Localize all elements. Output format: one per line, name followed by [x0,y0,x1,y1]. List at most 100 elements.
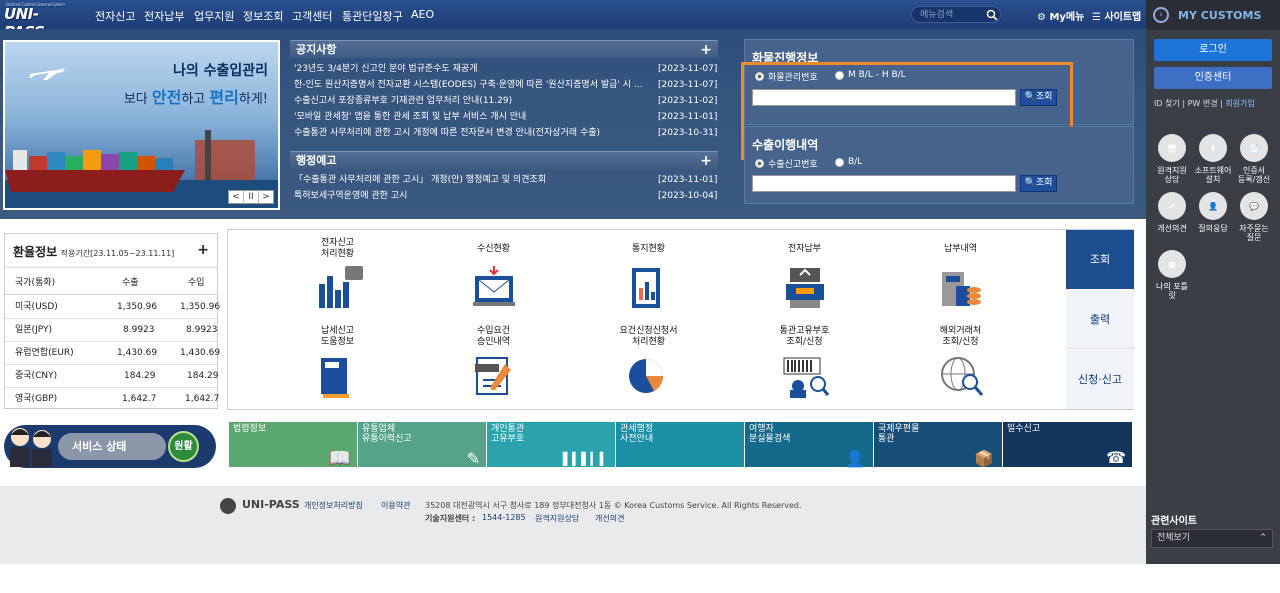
faq-shortcut[interactable]: 💬 자주묻는 질문 [1233,192,1275,242]
staff-characters-icon [10,428,52,467]
nav-aeo[interactable]: AEO [411,8,434,21]
notice-item[interactable]: 수출신고서 포장종류부호 기재관련 업무처리 안내(11.29) [2023-11… [290,93,718,109]
my-portlet-shortcut[interactable]: ▦ 나의 포틀 릿 [1151,250,1193,300]
tile-personal-code[interactable]: 개인통관 고유부호 ▌▍▌▎▍ [487,422,615,467]
fx-row: 유럽연합(EUR) 1,430.69 1,430.69 [5,342,220,365]
grid-electronic-payment[interactable]: 전자납부 [721,234,888,320]
my-menu-button[interactable]: ⚙ My메뉴 [1037,8,1084,23]
fx-header: 환율정보 적용기간[23.11.05~23.11.11] + [5,234,217,268]
account-links: ID 찾기 | PW 변경 | 회원가입 [1154,99,1255,108]
terms-link[interactable]: 이용약관 [381,500,410,511]
grid-requirement-application[interactable]: 요건신청신청서 처리현황 [565,322,732,408]
remote-support-shortcut[interactable]: 🖥 원격지원 상담 [1151,134,1193,184]
nav-info-lookup[interactable]: 정보조회 [243,8,283,24]
sitemap-button[interactable]: ☰ 사이트맵 [1092,8,1141,23]
remote-support-link[interactable]: 원격지원상담 [535,513,579,524]
suggestion-link[interactable]: 개선의견 [595,513,624,524]
service-grid: 전자신고 처리현황 수신현황 통지현황 전자납부 납부내역 납세신고 도움정보 … [227,229,1134,410]
grid-payment-history[interactable]: 납부내역 [877,234,1044,320]
radio-unselected[interactable] [835,157,844,167]
service-status: 서비스 상태 원활 [4,425,216,468]
change-pw-link[interactable]: PW 변경 [1188,99,1218,108]
unipass-logo[interactable]: Electronic Customs Clearance SystemUNI-P… [4,2,74,41]
privacy-policy-link[interactable]: 개인정보처리방침 [304,500,363,511]
cert-center-button[interactable]: 인증센터 [1154,67,1272,89]
admin-notice-item[interactable]: 특허보세구역운영에 관한 고시 [2023-10-04] [290,188,718,204]
notice-item[interactable]: '모바일 관세청' 앱을 통한 관세 조회 및 납부 서비스 개시 안내 [202… [290,109,718,125]
related-sites-title: 관련사이트 [1151,516,1197,527]
grid-customs-code[interactable]: 통관고유부호 조회/신청 [721,322,888,408]
faq-icon: 💬 [1240,192,1268,220]
sidebar-title: MY CUSTOMS [1178,9,1262,22]
fx-column-header: 국가(통화) 수출 수입 [5,271,217,295]
notice-item[interactable]: 수출통관 사무처리에 관한 고시 개정에 따른 전자문서 변경 안내(전자상거래… [290,125,718,141]
login-button[interactable]: 로그인 [1154,39,1272,61]
download-icon: ⬇ [1199,134,1227,162]
export-option-decl[interactable]: 수출신고번호 [755,157,818,170]
phone-24h-icon: ☎ [1106,448,1126,467]
grid-notice-status[interactable]: 통지현황 [565,234,732,320]
tab-print[interactable]: 출력 [1066,290,1134,349]
tile-admin-guide[interactable]: 관세행정 사전안내 [616,422,744,467]
improvement-shortcut[interactable]: ✔ 개선의견 [1151,192,1193,233]
nav-electronic-declaration[interactable]: 전자신고 [95,8,135,24]
banner-pause-button[interactable]: II [244,191,259,203]
tile-distribution-report[interactable]: 유통업체 유통이력신고 ✎ [358,422,486,467]
find-id-link[interactable]: ID 찾기 [1154,99,1180,108]
grid-import-requirement[interactable]: 수입요건 승인내역 [410,322,577,408]
tab-lookup[interactable]: 조회 [1066,230,1134,289]
nav-customer-center[interactable]: 고객센터 [292,8,332,24]
fx-row: 중국(CNY) 184.29 184.29 [5,365,219,388]
related-sites-select[interactable]: 전체보기 ⌃ [1151,529,1273,548]
grid-declaration-status[interactable]: 전자신고 처리현황 [254,234,421,320]
admin-notice-more-button[interactable]: + [700,152,712,170]
signup-link[interactable]: 회원가입 [1225,99,1254,108]
book-icon: 📖 [328,448,351,469]
main-banner[interactable]: 나의 수출입관리 보다 안전하고 편리하게! < II > [3,40,280,210]
nav-single-window[interactable]: 통관단일창구 [342,8,403,24]
banner-prev-button[interactable]: < [229,191,244,203]
banner-controls: < II > [228,190,274,204]
nav-electronic-payment[interactable]: 전자납부 [144,8,184,24]
menu-search-input[interactable] [920,9,982,20]
notice-item[interactable]: 한-인도 원산지증명서 전자교환 시스템(EODES) 구축·운영에 따른 '원… [290,77,718,93]
portlet-icon: ▦ [1158,250,1186,278]
help-book-icon [321,358,349,398]
globe-search-icon [941,357,984,396]
parcel-icon: 📦 [974,449,994,468]
admin-notice-item[interactable]: 「수출통관 사무처리에 관한 고시」 개정(안) 행정예고 및 의견조회 [202… [290,172,718,188]
export-number-input[interactable] [752,175,1016,192]
export-search-button[interactable]: 🔍조회 [1020,175,1057,192]
chat-check-icon: ✔ [1158,192,1186,220]
export-title: 수출이행내역 [752,138,819,152]
person-icon: 👤 [845,449,865,468]
pie-chart-icon [629,359,663,393]
grid-receipt-status[interactable]: 수신현황 [410,234,577,320]
tile-law-info[interactable]: 법령정보 📖 [229,422,357,469]
menu-search [911,6,1001,23]
customs-logo-icon [220,498,236,514]
tile-smuggling-report[interactable]: 밀수신고 ☎ [1003,422,1132,467]
export-option-bl[interactable]: B/L [835,157,862,167]
tile-intl-mail[interactable]: 국제우편물 통관 📦 [874,422,1002,467]
fx-more-button[interactable]: + [197,242,209,258]
top-nav: Electronic Customs Clearance SystemUNI-P… [0,0,1146,41]
software-install-shortcut[interactable]: ⬇ 소프트웨어 설치 [1192,134,1234,184]
tile-lost-items[interactable]: 여행자 분실물검색 👤 [745,422,873,467]
search-icon[interactable] [986,9,998,21]
notice-item[interactable]: '23년도 3/4분기 신고인 분야 법규준수도 재공개 [2023-11-07] [290,61,718,77]
cert-register-shortcut[interactable]: 📄 인증서 등록/갱신 [1233,134,1275,184]
nav-business-support[interactable]: 업무지원 [194,8,234,24]
report-icon [632,268,660,308]
banner-next-button[interactable]: > [259,191,273,203]
sidebar-toggle-icon[interactable]: › [1153,7,1169,23]
grid-tax-help[interactable]: 납세신고 도움정보 [254,322,421,408]
qna-shortcut[interactable]: 👤 질의응답 [1192,192,1234,233]
tab-application[interactable]: 신청·신고 [1066,350,1134,409]
notice-more-button[interactable]: + [700,41,712,59]
support-label: 기술지원센터 : [425,514,476,523]
admin-notice-header: 행정예고 + [290,151,718,169]
radio-selected[interactable] [755,159,764,168]
grid-foreign-partner[interactable]: 해외거래처 조회/신청 [877,322,1044,408]
notice-panel: 공지사항 + '23년도 3/4분기 신고인 분야 법규준수도 재공개 [2023-… [290,40,718,141]
